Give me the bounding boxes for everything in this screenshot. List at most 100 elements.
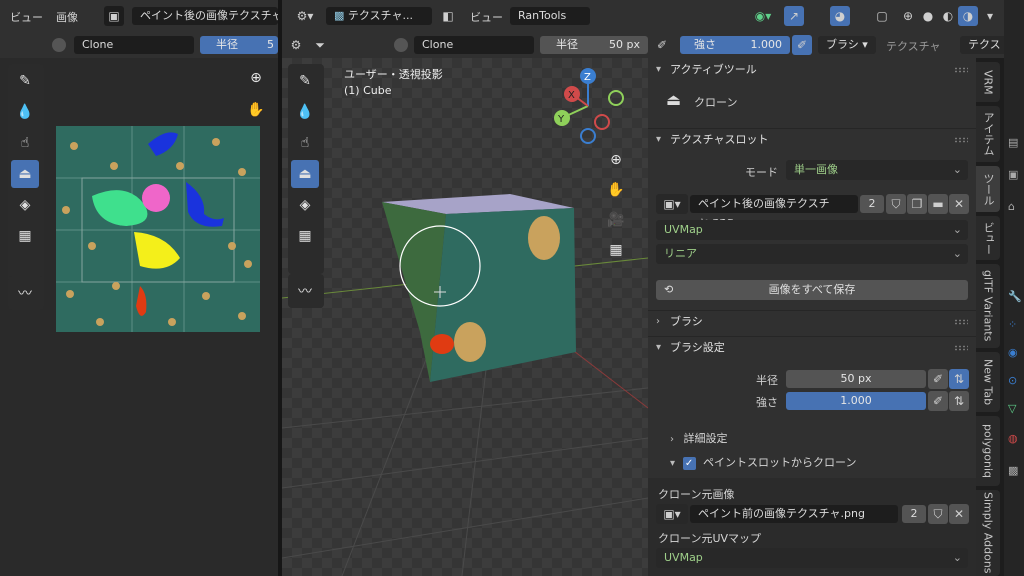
radius-slider[interactable]: 半径 5 bbox=[200, 36, 278, 54]
draw-brush-icon[interactable]: ✎ bbox=[11, 67, 39, 95]
image-users-count[interactable]: 2 bbox=[860, 195, 884, 213]
sidebar-tab-gltf-variants[interactable]: glTF Variants bbox=[976, 264, 1000, 348]
strength-slider[interactable]: 1.000 bbox=[786, 392, 926, 410]
rantools-menu[interactable]: RanTools bbox=[510, 7, 590, 25]
strength-unified-icon[interactable]: ⇅ bbox=[949, 391, 969, 411]
pan-hand-icon[interactable]: ✋ bbox=[244, 98, 268, 122]
menu-view[interactable]: ビュー bbox=[470, 9, 503, 25]
texture-props-icon[interactable]: ▩ bbox=[1008, 464, 1018, 477]
gizmo-toggle-icon[interactable]: ↗ bbox=[784, 6, 804, 26]
soften-icon[interactable]: 💧 bbox=[11, 98, 39, 126]
soften-icon[interactable]: 💧 bbox=[291, 98, 319, 126]
texture-menu[interactable]: テクスチャ bbox=[886, 38, 941, 54]
clone-uv-dropdown[interactable]: UVMap ⌄ bbox=[656, 548, 968, 568]
advanced-subpanel[interactable]: › 詳細設定 bbox=[670, 430, 728, 446]
image-name-field[interactable]: ペイント後の画像テクスチャ bbox=[132, 7, 278, 25]
viewport-area[interactable]: ✎ 💧 ☝ ⏏ ◈ ▦ 〰 ユーザー・透視投影 (1) Cube Z Y X ⊕… bbox=[282, 58, 648, 576]
constraints-icon[interactable]: ⊙ bbox=[1008, 374, 1017, 387]
texture-slots-section[interactable]: ▾ テクスチャスロット bbox=[648, 128, 976, 152]
fake-user-shield-icon[interactable]: ⛉ bbox=[886, 194, 906, 214]
sidebar-tab-new-tab[interactable]: New Tab bbox=[976, 352, 1000, 412]
brush-name-field[interactable]: Clone bbox=[414, 36, 534, 54]
brush-menu[interactable]: ブラシ ▾ bbox=[818, 36, 876, 54]
cube-object[interactable] bbox=[380, 192, 580, 392]
camera-icon[interactable]: 🎥 bbox=[604, 208, 628, 232]
sidebar-tab-simply-addons[interactable]: Simply Addons bbox=[976, 490, 1000, 576]
brush-name-field[interactable]: Clone bbox=[74, 36, 194, 54]
pressure-pen-icon[interactable]: ✐ bbox=[928, 369, 948, 389]
overlay-toggle-icon[interactable]: ◕ bbox=[830, 6, 850, 26]
menu-image[interactable]: 画像 bbox=[56, 9, 78, 25]
strength-pressure-icon[interactable]: ✐ bbox=[928, 391, 948, 411]
shading-options-icon[interactable]: ▾ bbox=[980, 6, 1000, 26]
clone-image-users-count[interactable]: 2 bbox=[902, 505, 926, 523]
sidebar-tab-view[interactable]: ビュー bbox=[976, 216, 1000, 260]
zoom-icon[interactable]: ⊕ bbox=[244, 66, 268, 90]
material-props-icon[interactable]: ◍ bbox=[1008, 432, 1018, 445]
pressure-pen-icon[interactable]: ✐ bbox=[652, 35, 672, 55]
active-tool-section[interactable]: ▾ アクティブツール bbox=[648, 58, 976, 82]
sidebar-tab-polygoniq[interactable]: polygoniq bbox=[976, 416, 1000, 486]
shading-toggle-icon[interactable]: ◧ bbox=[438, 6, 458, 26]
visibility-eye-icon[interactable]: ◉▾ bbox=[748, 6, 778, 26]
image-editor-area[interactable]: ✎ 💧 ☝ ⏏ ◈ ▦ 〰 ⊕ ✋ bbox=[0, 58, 278, 576]
clone-from-slot-subpanel[interactable]: ▾ ✓ ペイントスロットからクローン bbox=[670, 454, 856, 470]
image-name-field[interactable]: ペイント後の画像テクスチャ.png bbox=[690, 195, 858, 228]
uv-map-dropdown[interactable]: UVMap ⌄ bbox=[656, 220, 968, 240]
settings-gear-icon[interactable]: ⚙ bbox=[286, 35, 306, 55]
annotate-icon[interactable]: 〰 bbox=[11, 279, 39, 307]
smear-icon[interactable]: ☝ bbox=[11, 129, 39, 157]
clone-image-name-field[interactable]: ペイント前の画像テクスチャ.png bbox=[690, 505, 898, 523]
clone-stamp-icon[interactable]: ⏏ bbox=[11, 160, 39, 188]
drag-grip-icon[interactable] bbox=[954, 345, 968, 351]
save-all-images-button[interactable]: ⟲ 画像をすべて保存 bbox=[656, 280, 968, 300]
wireframe-shading-icon[interactable]: ⊕ bbox=[898, 6, 918, 26]
mode-selector[interactable]: ▩ テクスチャ... bbox=[326, 7, 432, 25]
solid-shading-icon[interactable]: ● bbox=[918, 6, 938, 26]
rendered-shading-icon[interactable]: ◑ bbox=[958, 6, 978, 26]
annotate-icon[interactable]: 〰 bbox=[291, 277, 319, 305]
fill-bucket-icon[interactable]: ◈ bbox=[291, 191, 319, 219]
brush-icon[interactable] bbox=[394, 38, 408, 52]
texture-image[interactable] bbox=[56, 126, 260, 332]
drag-grip-icon[interactable] bbox=[954, 67, 968, 73]
image-browse-icon[interactable]: ▣▾ bbox=[656, 504, 688, 524]
strength-slider[interactable]: 強さ 1.000 bbox=[680, 36, 790, 54]
unlink-close-icon[interactable]: ✕ bbox=[949, 194, 969, 214]
interpolation-dropdown[interactable]: リニア ⌄ bbox=[656, 244, 968, 264]
sidebar-tab-item[interactable]: アイテム bbox=[976, 106, 1000, 162]
mode-dropdown[interactable]: 単一画像 ⌄ bbox=[786, 160, 968, 180]
clone-stamp-icon[interactable]: ⏏ bbox=[291, 160, 319, 188]
particles-icon[interactable]: ⁘ bbox=[1008, 318, 1017, 331]
fill-bucket-icon[interactable]: ◈ bbox=[11, 191, 39, 219]
sidebar-tab-tool[interactable]: ツール bbox=[976, 166, 1000, 212]
physics-icon[interactable]: ◉ bbox=[1008, 346, 1018, 359]
image-browse-icon[interactable]: ▣ bbox=[104, 6, 124, 26]
brush-settings-section[interactable]: ▾ ブラシ設定 bbox=[648, 336, 976, 360]
radius-unit-icon[interactable]: ⇅ bbox=[949, 369, 969, 389]
drag-grip-icon[interactable] bbox=[954, 319, 968, 325]
open-folder-icon[interactable]: ▬ bbox=[928, 194, 948, 214]
wrench-modifier-icon[interactable]: 🔧 bbox=[1008, 290, 1022, 303]
tool-props-icon[interactable]: ▤ bbox=[1008, 136, 1018, 149]
draw-brush-icon[interactable]: ✎ bbox=[291, 67, 319, 95]
radius-slider[interactable]: 半径 50 px bbox=[540, 36, 648, 54]
render-props-icon[interactable]: ▣ bbox=[1008, 168, 1018, 181]
fake-user-shield-icon[interactable]: ⛉ bbox=[928, 504, 948, 524]
data-props-icon[interactable]: ▽ bbox=[1008, 402, 1016, 415]
brush-section[interactable]: › ブラシ bbox=[648, 310, 976, 334]
image-browse-icon[interactable]: ▣▾ bbox=[656, 194, 688, 214]
clone-from-slot-checkbox[interactable]: ✓ bbox=[682, 456, 696, 470]
radius-slider[interactable]: 50 px bbox=[786, 370, 926, 388]
sidebar-tab-vrm[interactable]: VRM bbox=[976, 62, 1000, 102]
strength-pressure-icon[interactable]: ✐ bbox=[792, 35, 812, 55]
duplicate-icon[interactable]: ❐ bbox=[907, 194, 927, 214]
xray-icon[interactable]: ▢ bbox=[872, 6, 892, 26]
mask-icon[interactable]: ▦ bbox=[291, 222, 319, 250]
editor-type-icon[interactable]: ⚙▾ bbox=[288, 6, 322, 26]
zoom-icon[interactable]: ⊕ bbox=[604, 148, 628, 172]
navigation-gizmo[interactable]: Z Y X bbox=[546, 64, 630, 148]
grid-view-icon[interactable]: ▦ bbox=[604, 238, 628, 262]
menu-view[interactable]: ビュー bbox=[10, 9, 43, 25]
pan-hand-icon[interactable]: ✋ bbox=[604, 178, 628, 202]
